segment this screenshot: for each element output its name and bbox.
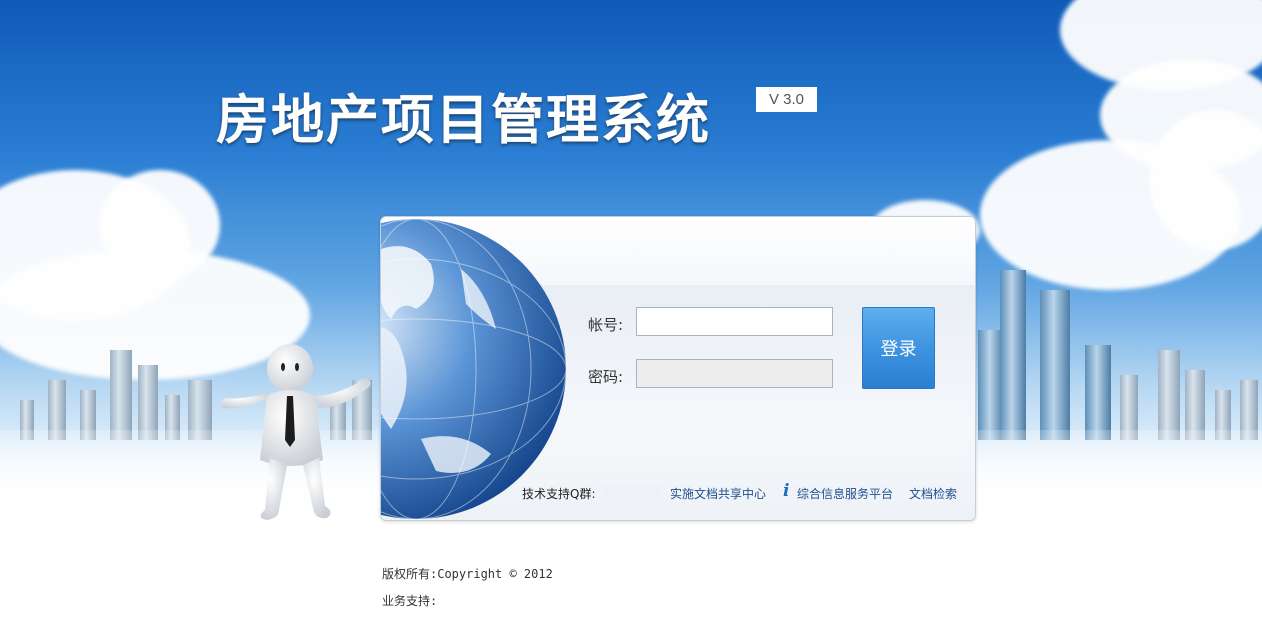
- password-label: 密码:: [588, 368, 624, 386]
- app-title: 房地产项目管理系统: [216, 90, 711, 151]
- support-qq-value: [603, 485, 661, 500]
- info-platform-link[interactable]: 综合信息服务平台: [797, 485, 893, 502]
- version-badge: V 3.0: [756, 87, 817, 112]
- login-button[interactable]: 登录: [862, 307, 935, 389]
- mascot-image: [220, 344, 371, 520]
- business-support-text: 业务支持:: [382, 594, 438, 608]
- impl-docs-link[interactable]: 实施文档共享中心: [670, 485, 766, 502]
- support-qq-label: 技术支持Q群:: [522, 487, 596, 501]
- account-label: 帐号:: [588, 316, 624, 334]
- globe-image: [381, 218, 566, 520]
- info-icon: i: [783, 481, 790, 501]
- copyright-text: 版权所有:Copyright © 2012: [382, 567, 553, 581]
- doc-search-link[interactable]: 文档检索: [909, 485, 957, 502]
- login-panel: 帐号: 密码: 登录 技术支持Q群: 实施文档共享中心 i 综合信息服务平台 文…: [380, 216, 976, 521]
- password-input[interactable]: [636, 359, 833, 388]
- account-input[interactable]: [636, 307, 833, 336]
